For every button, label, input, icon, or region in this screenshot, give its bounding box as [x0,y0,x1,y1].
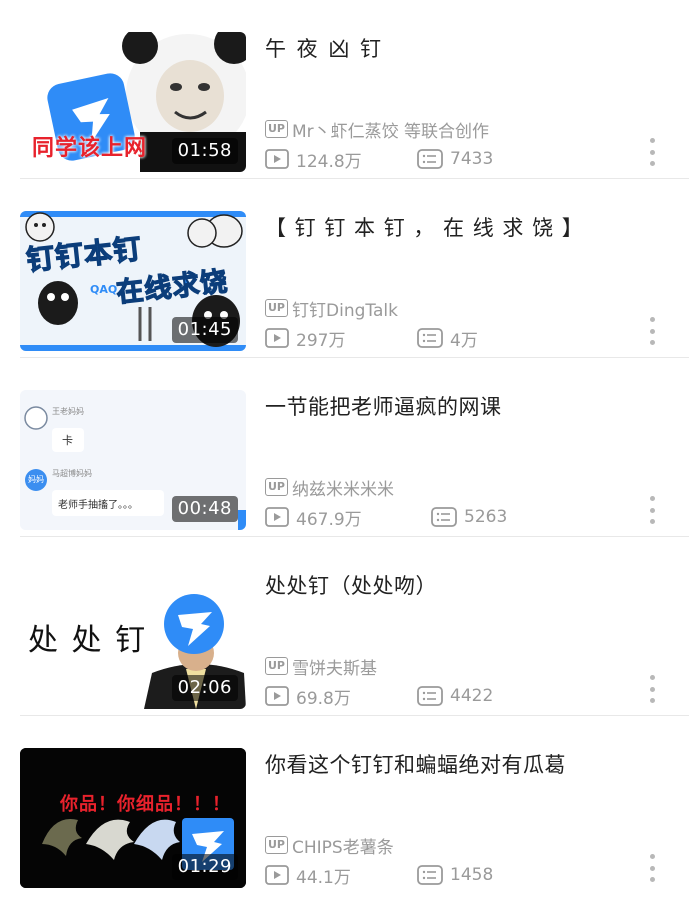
video-item[interactable]: 钉钉本钉 在线求饶 QAQ 01:45 【 钉 钉 本 钉 ， 在 线 求 饶 … [0,179,689,358]
danmaku-count: 1458 [417,865,493,885]
play-count-icon [265,686,289,706]
danmaku-icon [417,328,443,348]
up-badge: UP [265,836,288,854]
video-stats: 467.9万 5263 [265,504,507,530]
uploader-name: 雪饼夫斯基 [292,658,377,679]
video-thumbnail[interactable]: 钉钉本钉 在线求饶 QAQ 01:45 [20,211,246,351]
view-count: 297万 [265,326,417,351]
video-stats: 44.1万 1458 [265,862,493,888]
video-title[interactable]: 一节能把老师逼疯的网课 [265,392,649,422]
video-item[interactable]: 同学该上网 01:58 午 夜 凶 钉 UP Mr丶虾仁蒸饺 等联合创作 124… [0,0,689,179]
uploader-row[interactable]: UP CHIPS老薯条 [265,832,394,858]
video-item[interactable]: 你品！你细品！！！ 01:29 你看这个钉钉和蝙蝠绝对有瓜葛 UP CHIPS老… [0,716,689,895]
chat-message-1: 卡 [62,434,73,447]
uploader-name: Mr丶虾仁蒸饺 等联合创作 [292,121,490,142]
video-stats: 297万 4万 [265,325,478,351]
thumbnail-caption-small: QAQ [90,283,118,296]
video-title[interactable]: 处处钉（处处吻） [265,571,649,601]
play-count-icon [265,507,289,527]
view-count-value: 124.8万 [296,151,362,172]
thumbnail-caption: 同学该上网 [32,136,148,161]
chat-avatar-2: 妈妈 [28,475,44,484]
video-thumbnail[interactable]: 同学该上网 01:58 [20,32,246,172]
danmaku-icon [417,686,443,706]
chat-message-2: 老师手抽搐了。。。 [58,500,138,511]
video-duration: 02:06 [171,675,238,701]
video-thumbnail[interactable]: 你品！你细品！！！ 01:29 [20,748,246,888]
uploader-name: CHIPS老薯条 [292,837,394,858]
danmaku-count-value: 4万 [450,330,478,351]
video-duration: 01:58 [171,138,238,164]
video-stats: 124.8万 7433 [265,146,493,172]
video-duration: 01:29 [171,854,238,880]
chat-sender-2: 马超博妈妈 [52,469,92,478]
video-thumbnail[interactable]: 王老妈妈 卡 马超博妈妈 妈妈 老师手抽搐了。。。 00:48 [20,390,246,530]
uploader-name: 钉钉DingTalk [292,300,398,321]
danmaku-icon [417,149,443,169]
video-title[interactable]: 午 夜 凶 钉 [265,34,649,64]
video-item[interactable]: 处 处 钉 02:06 处处钉（处处吻） UP 雪饼夫斯基 69.8万 4422 [0,537,689,716]
thumbnail-caption: 你品！你细品！！！ [60,794,231,815]
video-title[interactable]: 你看这个钉钉和蝙蝠绝对有瓜葛 [265,750,649,780]
danmaku-count: 4万 [417,326,478,351]
danmaku-count: 7433 [417,149,493,169]
more-options-icon[interactable] [645,317,659,345]
thumbnail-caption: 处 处 钉 [28,623,148,658]
danmaku-count: 4422 [417,686,493,706]
up-badge: UP [265,120,288,138]
video-thumbnail[interactable]: 处 处 钉 02:06 [20,569,246,709]
view-count-value: 297万 [296,330,346,351]
danmaku-count-value: 1458 [450,865,494,885]
danmaku-icon [431,507,457,527]
view-count: 124.8万 [265,147,417,172]
danmaku-count-value: 5263 [464,507,508,527]
uploader-row[interactable]: UP 纳兹米米米米 [265,474,394,500]
up-badge: UP [265,299,288,317]
play-count-icon [265,149,289,169]
danmaku-count: 5263 [431,507,507,527]
play-count-icon [265,328,289,348]
video-item[interactable]: 王老妈妈 卡 马超博妈妈 妈妈 老师手抽搐了。。。 00:48 一节能把老师逼疯… [0,358,689,537]
uploader-row[interactable]: UP 钉钉DingTalk [265,295,398,321]
video-list: 同学该上网 01:58 午 夜 凶 钉 UP Mr丶虾仁蒸饺 等联合创作 124… [0,0,689,898]
video-duration: 01:45 [171,317,238,343]
view-count-value: 467.9万 [296,509,362,530]
uploader-row[interactable]: UP Mr丶虾仁蒸饺 等联合创作 [265,116,489,142]
more-options-icon[interactable] [645,675,659,703]
uploader-row[interactable]: UP 雪饼夫斯基 [265,653,377,679]
danmaku-count-value: 7433 [450,149,494,169]
play-count-icon [265,865,289,885]
more-options-icon[interactable] [645,496,659,524]
danmaku-icon [417,865,443,885]
up-badge: UP [265,657,288,675]
view-count-value: 44.1万 [296,867,351,888]
video-duration: 00:48 [171,496,238,522]
video-stats: 69.8万 4422 [265,683,493,709]
video-title[interactable]: 【 钉 钉 本 钉 ， 在 线 求 饶 】 [265,213,649,243]
chat-sender-1: 王老妈妈 [52,407,84,416]
view-count-value: 69.8万 [296,688,351,709]
more-options-icon[interactable] [645,138,659,166]
view-count: 44.1万 [265,863,417,888]
view-count: 467.9万 [265,505,431,530]
more-options-icon[interactable] [645,854,659,882]
uploader-name: 纳兹米米米米 [292,479,394,500]
up-badge: UP [265,478,288,496]
danmaku-count-value: 4422 [450,686,494,706]
view-count: 69.8万 [265,684,417,709]
